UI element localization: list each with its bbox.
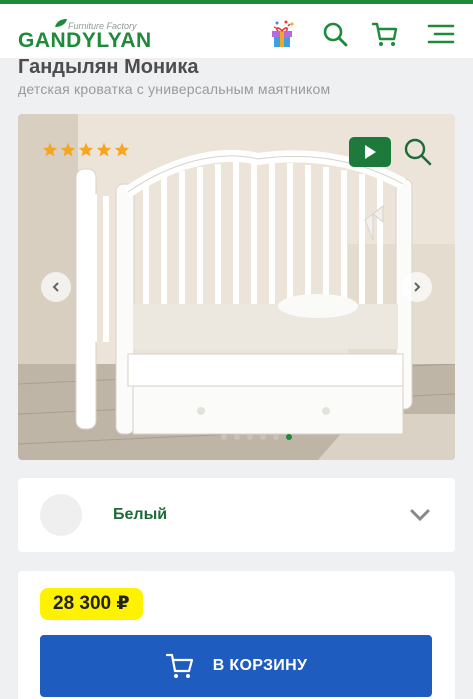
- color-selector[interactable]: Белый: [18, 478, 455, 552]
- chevron-left-icon: [52, 282, 59, 292]
- cart-icon: [165, 653, 193, 678]
- brand-logo[interactable]: Furniture Factory GANDYLYAN: [18, 16, 151, 52]
- chevron-down-icon: [410, 509, 430, 522]
- crib-photo: [18, 114, 455, 460]
- magnifier-icon: [404, 138, 432, 166]
- play-icon: [365, 145, 376, 159]
- gallery-dot[interactable]: [260, 434, 266, 440]
- top-header: Furniture Factory GANDYLYAN: [0, 0, 473, 58]
- gallery-prev-button[interactable]: [41, 272, 71, 302]
- purchase-panel: 28 300 ₽ В КОРЗИНУ: [18, 571, 455, 699]
- gallery-dot[interactable]: [234, 434, 240, 440]
- product-subtitle: детская кроватка с универсальным маятник…: [18, 81, 331, 97]
- gallery-dot[interactable]: [273, 434, 279, 440]
- cart-icon[interactable]: [369, 18, 401, 50]
- gallery-next-button[interactable]: [402, 272, 432, 302]
- add-to-cart-button[interactable]: В КОРЗИНУ: [40, 635, 432, 697]
- color-swatch: [40, 494, 82, 536]
- star-icon: [96, 142, 112, 157]
- gallery-dot[interactable]: [221, 434, 227, 440]
- color-label: Белый: [113, 506, 168, 523]
- gallery-pagination: [18, 434, 455, 440]
- brand-name: GANDYLYAN: [18, 29, 152, 52]
- chevron-right-icon: [414, 282, 421, 292]
- star-icon: [42, 142, 58, 157]
- product-title: Гандылян Моника: [18, 56, 199, 78]
- search-icon[interactable]: [319, 18, 351, 50]
- star-icon: [60, 142, 76, 157]
- star-icon: [78, 142, 94, 157]
- gift-icon[interactable]: [266, 18, 298, 50]
- add-to-cart-label: В КОРЗИНУ: [212, 657, 308, 674]
- menu-icon[interactable]: [425, 18, 457, 50]
- gallery-dot[interactable]: [247, 434, 253, 440]
- product-gallery[interactable]: [18, 114, 455, 460]
- rating-stars: [42, 142, 130, 158]
- zoom-button[interactable]: [402, 136, 434, 168]
- star-icon: [114, 142, 130, 157]
- play-video-button[interactable]: [349, 137, 391, 167]
- price-badge: 28 300 ₽: [40, 588, 143, 620]
- gallery-dot[interactable]: [286, 434, 292, 440]
- leaf-icon: [55, 19, 67, 27]
